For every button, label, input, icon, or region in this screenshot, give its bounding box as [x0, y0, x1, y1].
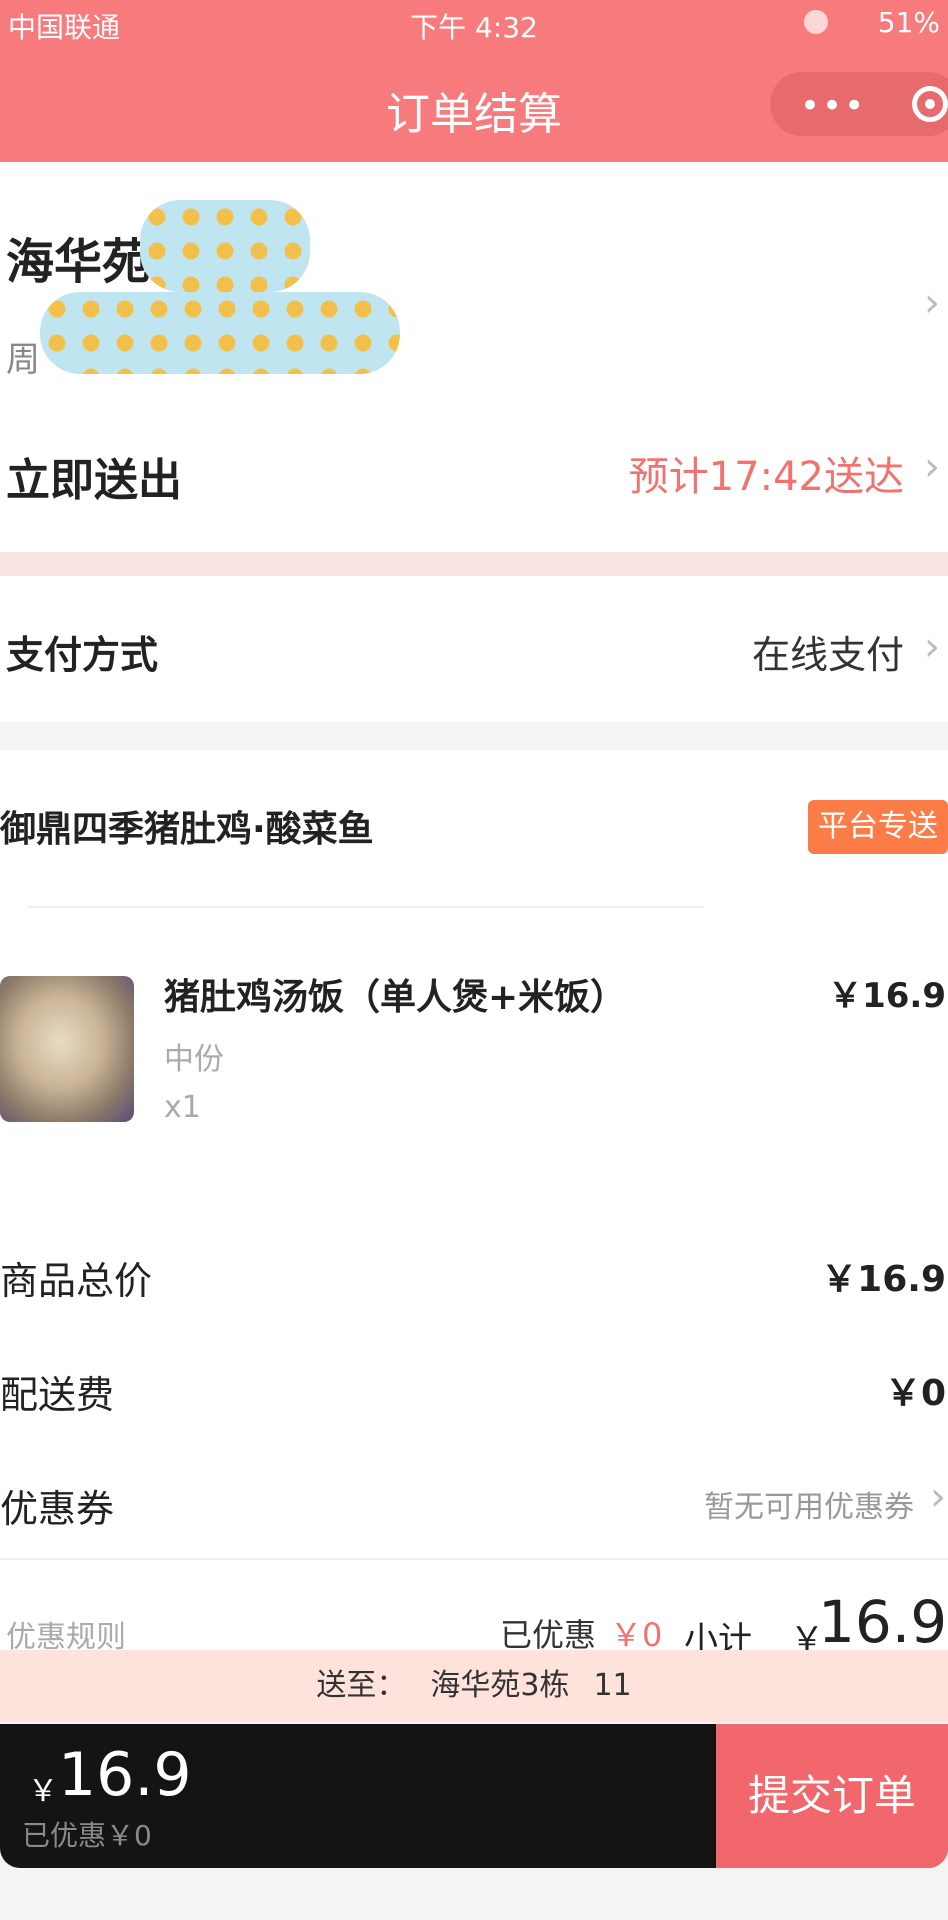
mini-program-capsule[interactable]: •••	[770, 72, 948, 136]
chevron-right-icon[interactable]: ›	[924, 444, 940, 490]
goods-total-label: 商品总价	[0, 1259, 153, 1303]
ship-to-room: 11	[593, 1668, 632, 1703]
page-bottom	[0, 1868, 948, 1920]
total-discount: 已优惠￥0	[22, 1819, 152, 1852]
coupon-value[interactable]: 暂无可用优惠券	[704, 1482, 914, 1526]
battery-label: 51%	[877, 6, 940, 39]
total-currency: ￥	[28, 1774, 58, 1809]
dish-image	[0, 976, 134, 1122]
address-name: 海华苑	[6, 234, 151, 290]
payment-value: 在线支付	[751, 633, 904, 677]
delivery-fee-label: 配送费	[0, 1373, 115, 1417]
address-card[interactable]: 海华苑 周 › 立即送出 预计17:42送达 ›	[0, 162, 948, 552]
dish-spec: 中份	[164, 1042, 224, 1077]
status-bar: 中国联通 下午 4:32 51%	[0, 0, 948, 48]
coupon-label: 优惠券	[0, 1487, 115, 1531]
redaction-scribble	[140, 200, 310, 292]
ship-to-place: 海华苑3栋	[430, 1668, 570, 1703]
section-divider	[0, 552, 948, 576]
payment-label: 支付方式	[6, 633, 159, 677]
ship-to-label: 送至：	[316, 1668, 407, 1703]
divider	[0, 1558, 948, 1560]
chevron-right-icon[interactable]: ›	[924, 280, 940, 326]
header-bar: 订单结算 •••	[0, 48, 948, 162]
checkout-bar: ￥ 16.9 已优惠￥0 提交订单	[0, 1724, 948, 1868]
chevron-right-icon[interactable]: ›	[930, 1474, 946, 1520]
total-price: 16.9	[58, 1740, 192, 1810]
divider	[28, 906, 704, 908]
target-icon[interactable]	[912, 86, 948, 122]
delivery-type-badge: 平台专送	[808, 800, 948, 854]
order-card: 御鼎四季猪肚鸡·酸菜鱼 平台专送 猪肚鸡汤饭（单人煲+米饭） 中份 x1 ￥16…	[0, 750, 948, 1660]
ship-to-bar: 送至： 海华苑3栋 11	[0, 1650, 948, 1722]
moon-icon	[804, 10, 828, 34]
goods-total-value: ￥16.9	[821, 1259, 946, 1300]
chevron-right-icon[interactable]: ›	[924, 624, 940, 670]
subtotal-value: 16.9	[818, 1588, 948, 1656]
more-icon[interactable]: •••	[800, 86, 866, 126]
delivery-fee-value: ￥0	[884, 1373, 946, 1414]
dish-quantity: x1	[164, 1090, 201, 1125]
payment-method-row[interactable]: 支付方式 在线支付 ›	[0, 576, 948, 722]
dish-price: ￥16.9	[828, 976, 946, 1016]
submit-order-button[interactable]: 提交订单	[716, 1724, 948, 1868]
shop-name: 御鼎四季猪肚鸡·酸菜鱼	[0, 809, 374, 850]
address-detail: 周	[6, 340, 40, 380]
delivery-eta[interactable]: 预计17:42送达	[629, 444, 904, 502]
redaction-scribble	[40, 292, 400, 374]
dish-name: 猪肚鸡汤饭（单人煲+米饭）	[164, 977, 627, 1018]
delivery-label: 立即送出	[6, 455, 182, 506]
